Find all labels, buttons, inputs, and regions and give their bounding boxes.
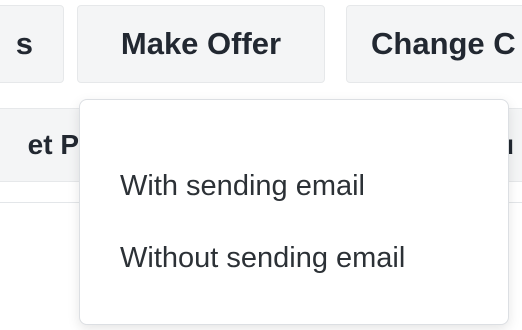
menu-item-label: Without sending email xyxy=(120,241,406,274)
make-offer-dropdown-menu: With sending email Without sending email xyxy=(79,99,509,325)
screen: s Make Offer Change C et P u With sendin… xyxy=(0,0,522,330)
make-offer-button[interactable]: Make Offer xyxy=(77,5,325,83)
menu-item-label: With sending email xyxy=(120,169,365,202)
second-row-button-left-label: et P xyxy=(27,129,79,160)
change-button[interactable]: Change C xyxy=(346,5,522,83)
change-button-label: Change C xyxy=(371,26,516,61)
make-offer-label: Make Offer xyxy=(120,26,282,61)
toolbar-button-partial-left-label: s xyxy=(15,26,33,61)
second-row-button-left[interactable]: et P xyxy=(0,108,88,182)
toolbar-button-partial-left[interactable]: s xyxy=(0,5,64,83)
menu-item-with-sending-email[interactable]: With sending email xyxy=(80,150,508,222)
menu-item-without-sending-email[interactable]: Without sending email xyxy=(80,222,508,294)
